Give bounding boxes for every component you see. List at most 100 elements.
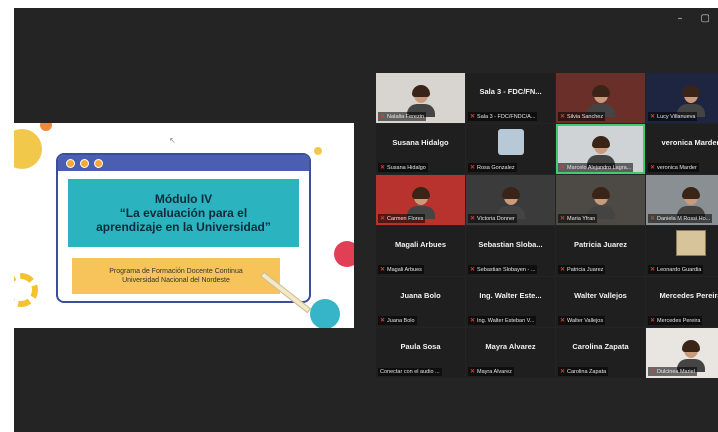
participant-name-tag: Conectar con el audio ... xyxy=(378,368,442,376)
slide-subtitle-line2: aprendizaje en la Universidad” xyxy=(96,220,271,234)
participant-name: Magali Arbues xyxy=(387,266,422,273)
muted-mic-icon: ✕ xyxy=(470,165,476,171)
participant-tile[interactable]: ✕ Dulcinea Mariel xyxy=(646,328,718,378)
muted-mic-icon: ✕ xyxy=(560,114,566,120)
participant-name-tag: ✕ Juana Bolo xyxy=(378,316,417,325)
participant-display-name: Sala 3 - FDC/FN... xyxy=(479,87,542,96)
participant-name-tag: ✕ Sala 3 - FDC/FNDC/A... xyxy=(468,112,538,121)
muted-mic-icon: ✕ xyxy=(650,114,656,120)
participant-tile[interactable]: Walter Vallejos ✕ Walter Vallejos xyxy=(556,277,645,327)
participant-tile[interactable]: Sala 3 - FDC/FN... ✕ Sala 3 - FDC/FNDC/A..… xyxy=(466,73,555,123)
participant-name-tag: ✕ Marcelo Alejandro Lagra... xyxy=(558,163,634,172)
participant-name: Susana Hidalgo xyxy=(387,164,426,171)
muted-mic-icon: ✕ xyxy=(380,267,386,273)
participant-name-tag: ✕ veronica Marder xyxy=(648,163,699,172)
participant-tile[interactable]: veronica Marder ✕ veronica Marder xyxy=(646,124,718,174)
minimize-icon[interactable]: – xyxy=(678,13,683,24)
participant-name: Marcelo Alejandro Lagra... xyxy=(567,164,632,171)
participant-name: Rosa Gonzalez xyxy=(477,164,515,171)
slide-window-bar xyxy=(58,155,309,171)
participant-display-name: veronica Marder xyxy=(661,138,718,147)
participant-tile[interactable]: ✕ Rosa Gonzalez xyxy=(466,124,555,174)
participant-name-tag: ✕ Maria Yfran xyxy=(558,214,598,223)
window-controls: – ▢ xyxy=(678,13,710,24)
participant-tile[interactable]: ✕ Silvia Sanchez xyxy=(556,73,645,123)
participant-name: Carolina Zapata xyxy=(567,368,607,375)
participant-tile[interactable]: ✕ Carmen Flores xyxy=(376,175,465,225)
muted-mic-icon: ✕ xyxy=(470,369,476,375)
participant-name-tag: ✕ Natalia Ferezin xyxy=(378,112,427,121)
participant-name-tag: ✕ Sebastian Slobayen - ... xyxy=(468,265,538,274)
decorative-circle xyxy=(314,147,322,155)
decorative-circle xyxy=(334,241,354,267)
participant-name: Sala 3 - FDC/FNDC/A... xyxy=(477,113,536,120)
participant-tile[interactable]: Mayra Alvarez ✕ Mayra Alvarez xyxy=(466,328,555,378)
participant-name-tag: ✕ Daniela M Rossi Ho... xyxy=(648,214,713,223)
participant-tile[interactable]: ✕ Natalia Ferezin xyxy=(376,73,465,123)
participant-display-name: Susana Hidalgo xyxy=(392,138,449,147)
participant-tile[interactable]: Magali Arbues ✕ Magali Arbues xyxy=(376,226,465,276)
slide-program-line2: Universidad Nacional del Nordeste xyxy=(122,277,230,284)
participant-name: veronica Marder xyxy=(657,164,697,171)
slide-title: Módulo IV xyxy=(154,192,213,206)
participant-name-tag: ✕ Silvia Sanchez xyxy=(558,112,606,121)
participant-name-tag: ✕ Dulcinea Mariel xyxy=(648,367,697,376)
muted-mic-icon: ✕ xyxy=(560,318,566,324)
participant-tile[interactable]: Susana Hidalgo ✕ Susana Hidalgo xyxy=(376,124,465,174)
participant-name-tag: ✕ Mercedes Pereira xyxy=(648,316,703,325)
participant-name: Carmen Flores xyxy=(387,215,424,222)
participant-name: Conectar con el audio ... xyxy=(380,369,440,375)
participant-tile[interactable]: Mercedes Pereira ✕ Mercedes Pereira xyxy=(646,277,718,327)
participant-display-name: Mayra Alvarez xyxy=(485,342,536,351)
participant-name: Silvia Sanchez xyxy=(567,113,604,120)
window-dot-icon xyxy=(80,158,89,168)
participant-name-tag: ✕ Leonardo Guardia xyxy=(648,265,704,274)
zoom-meeting-window: – ▢ ↖ Módulo IV “La evaluación para el a… xyxy=(14,8,718,432)
muted-mic-icon: ✕ xyxy=(470,114,476,120)
participant-tile[interactable]: Paula Sosa Conectar con el audio ... xyxy=(376,328,465,378)
participant-name: Juana Bolo xyxy=(387,317,415,324)
participant-tile[interactable]: Juana Bolo ✕ Juana Bolo xyxy=(376,277,465,327)
participant-display-name: Paula Sosa xyxy=(400,342,441,351)
participant-tile[interactable]: Patricia Juarez ✕ Patricia Juarez xyxy=(556,226,645,276)
participant-display-name: Juana Bolo xyxy=(400,291,441,300)
participant-gallery: ✕ Natalia Ferezin Sala 3 - FDC/FN... ✕ Sala … xyxy=(376,73,718,378)
participant-name: Sebastian Slobayen - ... xyxy=(477,266,536,273)
participant-name: Mayra Alvarez xyxy=(477,368,512,375)
avatar xyxy=(497,129,524,155)
slide-program-line1: Programa de Formación Docente Continua xyxy=(109,268,243,275)
participant-tile[interactable]: ✕ Leonardo Guardia xyxy=(646,226,718,276)
participant-tile[interactable]: ✕ Lucy Villanueva xyxy=(646,73,718,123)
participant-tile[interactable]: Sebastian Sloba... ✕ Sebastian Slobayen - … xyxy=(466,226,555,276)
participant-name-tag: ✕ Carmen Flores xyxy=(378,214,426,223)
restore-icon[interactable]: ▢ xyxy=(701,13,710,24)
decorative-circle xyxy=(14,129,42,169)
participant-tile[interactable]: ✕ Daniela M Rossi Ho... xyxy=(646,175,718,225)
decorative-circle xyxy=(40,123,52,131)
muted-mic-icon: ✕ xyxy=(650,216,656,222)
participant-tile[interactable]: Ing. Walter Este... ✕ Ing. Walter Esteban … xyxy=(466,277,555,327)
participant-name-tag: ✕ Magali Arbues xyxy=(378,265,424,274)
muted-mic-icon: ✕ xyxy=(380,318,386,324)
participant-name: Leonardo Guardia xyxy=(657,266,702,273)
participant-display-name: Ing. Walter Este... xyxy=(479,291,542,300)
slide-subtitle-line1: “La evaluación para el xyxy=(119,206,248,220)
muted-mic-icon: ✕ xyxy=(650,369,656,375)
participant-name-tag: ✕ Carolina Zapata xyxy=(558,367,609,376)
muted-mic-icon: ✕ xyxy=(560,267,566,273)
participant-name-tag: ✕ Lucy Villanueva xyxy=(648,112,698,121)
participant-tile[interactable]: ✕ Maria Yfran xyxy=(556,175,645,225)
muted-mic-icon: ✕ xyxy=(380,165,386,171)
participant-name-tag: ✕ Susana Hidalgo xyxy=(378,163,428,172)
participant-display-name: Patricia Juarez xyxy=(574,240,627,249)
participant-tile[interactable]: ✕ Marcelo Alejandro Lagra... xyxy=(556,124,645,174)
avatar xyxy=(675,230,706,256)
participant-name: Natalia Ferezin xyxy=(387,113,425,120)
participant-name-tag: ✕ Rosa Gonzalez xyxy=(468,163,517,172)
participant-display-name: Mercedes Pereira xyxy=(659,291,718,300)
participant-tile[interactable]: ✕ Victoria Donner xyxy=(466,175,555,225)
muted-mic-icon: ✕ xyxy=(380,216,386,222)
participant-name-tag: ✕ Victoria Donner xyxy=(468,214,517,223)
participant-tile[interactable]: Carolina Zapata ✕ Carolina Zapata xyxy=(556,328,645,378)
participant-name: Mercedes Pereira xyxy=(657,317,701,324)
